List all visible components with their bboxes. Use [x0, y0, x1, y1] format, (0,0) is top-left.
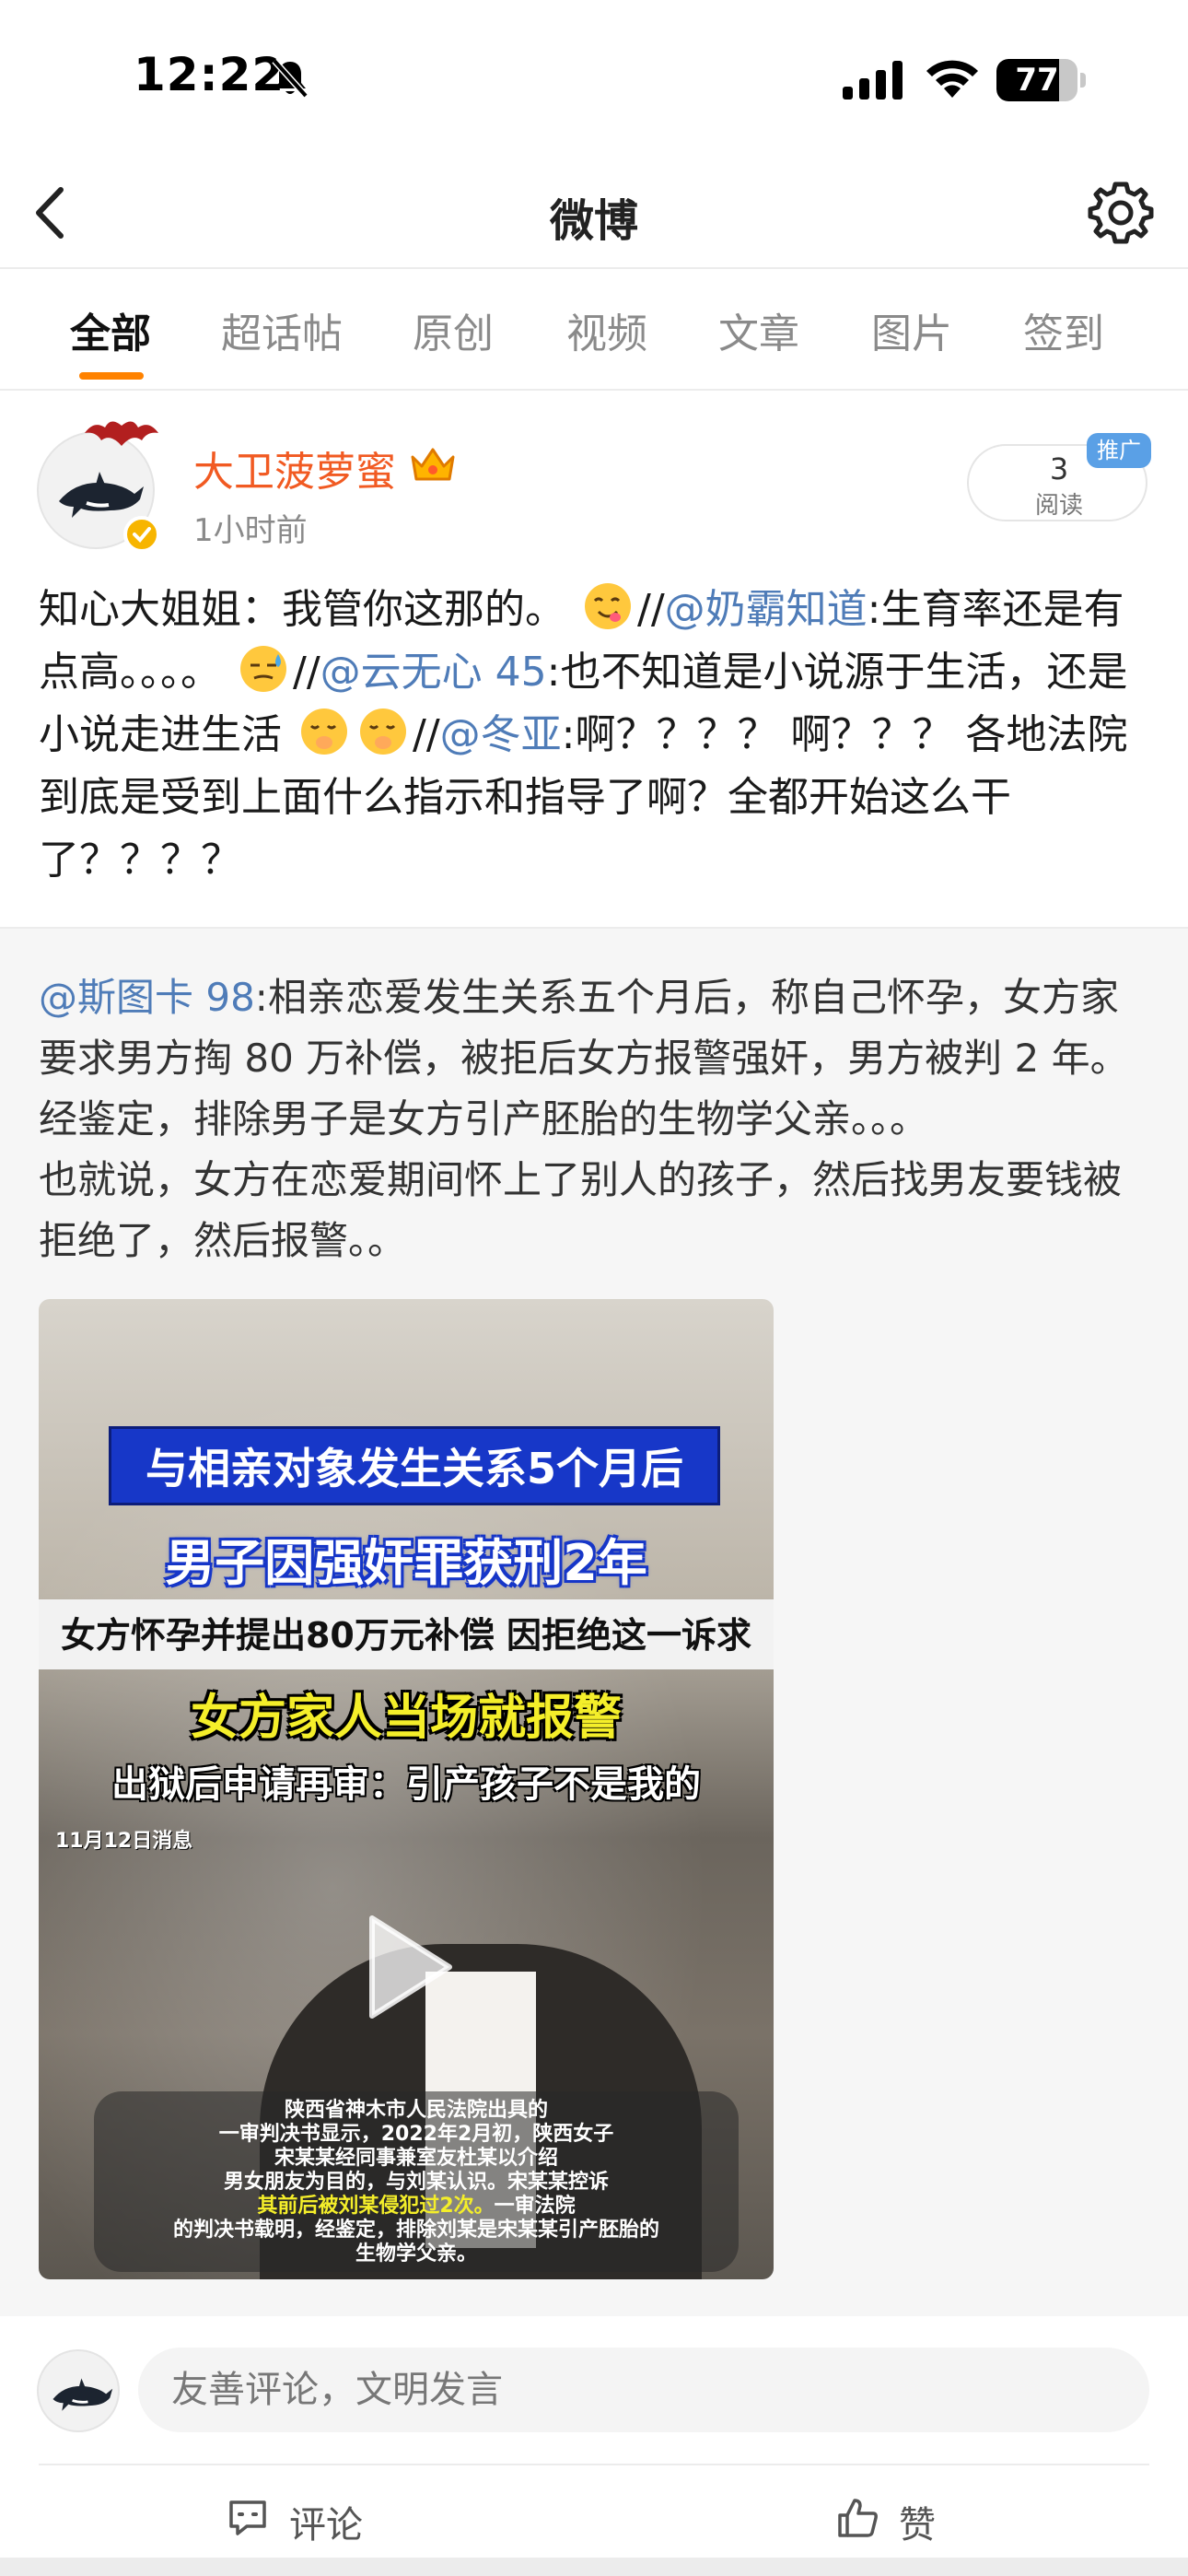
bell-off-icon — [272, 58, 309, 99]
video-thumbnail[interactable]: 与相亲对象发生关系5个月后 男子因强奸罪获刑2年 女方怀孕并提出80万元补偿 因… — [39, 1299, 774, 2279]
caption-line: 其前后被刘某侵犯过2次。一审法院 — [94, 2195, 739, 2219]
repost-separator: // — [293, 649, 320, 696]
tab-video[interactable]: 视频 — [566, 300, 647, 359]
caption-line: 生物学父亲。 — [355, 2242, 477, 2266]
sweat-emoji-icon — [240, 646, 286, 692]
repost-separator: // — [413, 711, 440, 758]
mention-link[interactable]: @斯图卡 98 — [39, 975, 255, 1020]
battery-indicator: 77 — [996, 59, 1086, 101]
my-avatar[interactable] — [37, 2349, 120, 2432]
author-avatar[interactable] — [37, 421, 160, 553]
page-title: 微博 — [549, 195, 638, 247]
read-count-label: 阅读 — [1034, 492, 1083, 520]
tab-check-in[interactable]: 签到 — [1023, 300, 1104, 359]
tab-all[interactable]: 全部 — [70, 300, 151, 359]
mention-link[interactable]: @冬亚 — [440, 711, 562, 758]
video-headline: 男子因强奸罪获刑2年 — [165, 1534, 647, 1592]
author-name[interactable]: 大卫菠萝蜜 — [193, 439, 396, 498]
nav-bar: 微博 — [0, 157, 1188, 269]
video-headline: 女方家人当场就报警 — [190, 1691, 622, 1746]
video-headline: 与相亲对象发生关系5个月后 — [145, 1444, 683, 1493]
divider — [39, 2464, 1149, 2465]
post-time: 1小时前 — [193, 512, 308, 549]
battery-percent: 77 — [1015, 62, 1059, 99]
video-subheadline: 女方怀孕并提出80万元补偿 因拒绝这一诉求 — [60, 1615, 752, 1656]
active-tab-indicator — [79, 372, 144, 380]
promoted-tag: 推广 — [1087, 433, 1151, 468]
tab-original[interactable]: 原创 — [413, 300, 494, 359]
reposted-text: @斯图卡 98:相亲恋爱发生关系五个月后，称自己怀孕，女方家要求男方掏 80 万… — [39, 967, 1153, 1271]
caption-line: 男女朋友为目的，与刘某认识。宋某某控诉 — [223, 2171, 609, 2194]
comment-input[interactable] — [138, 2348, 1149, 2432]
status-bar: 12:22 77 — [0, 0, 1188, 157]
reposted-post[interactable]: @斯图卡 98:相亲恋爱发生关系五个月后，称自己怀孕，女方家要求男方掏 80 万… — [0, 927, 1188, 2316]
video-subheadline: 出狱后申请再审：引产孩子不是我的 — [111, 1763, 701, 1806]
caption-line: 宋某某经同事兼室友杜某以介绍 — [274, 2147, 558, 2170]
crown-icon — [411, 448, 455, 481]
comment-label: 评论 — [289, 2504, 363, 2547]
tab-super-topic-posts[interactable]: 超话帖 — [221, 300, 343, 359]
verified-badge-icon — [123, 516, 160, 553]
gear-icon[interactable] — [1087, 179, 1155, 247]
bottom-edge — [0, 2558, 1188, 2576]
mention-link[interactable]: @云无心 45 — [320, 649, 547, 696]
comment-icon — [229, 2500, 266, 2535]
tab-articles[interactable]: 文章 — [718, 300, 799, 359]
comment-area: 评论 赞 — [0, 2316, 1188, 2576]
snicker-emoji-icon — [360, 708, 406, 755]
caption-text: 一审法院 — [494, 2195, 576, 2218]
status-time: 12:22 — [134, 48, 285, 101]
video-caption: 陕西省神木市人民法院出具的 一审判决书显示，2022年2月初，陕西女子 宋某某经… — [94, 2099, 739, 2266]
caption-line: 的判决书载明，经鉴定，排除刘某是宋某某引产胚胎的 — [172, 2219, 659, 2242]
thumbs-up-icon — [838, 2499, 878, 2537]
like-label: 赞 — [899, 2504, 936, 2547]
post-text-part: 知心大姐姐：我管你这那的。 — [39, 586, 565, 633]
post-body: 知心大姐姐：我管你这那的。 //@奶霸知道:生育率还是有点高。。。。 //@云无… — [39, 579, 1153, 892]
video-date: 11月12日消息 — [55, 1830, 193, 1853]
filter-tabs: 全部 超话帖 原创 视频 文章 图片 签到 — [0, 269, 1188, 391]
caption-line: 陕西省神木市人民法院出具的 — [284, 2099, 548, 2122]
reposted-text-part: 也就说，女方在恋爱期间怀上了别人的孩子，然后找男友要钱被拒绝了，然后报警。。 — [39, 1157, 1123, 1263]
snicker-emoji-icon — [301, 708, 347, 755]
bat-decoration-icon — [85, 421, 158, 446]
wifi-icon — [926, 60, 978, 98]
mention-link[interactable]: @奶霸知道 — [665, 586, 868, 633]
cellular-signal-icon — [843, 61, 903, 100]
yummy-emoji-icon — [585, 583, 631, 629]
orca-avatar-icon — [52, 2378, 113, 2411]
tab-pictures[interactable]: 图片 — [871, 300, 952, 359]
play-icon[interactable] — [352, 1907, 462, 2027]
repost-separator: // — [637, 586, 665, 633]
caption-line: 一审判决书显示，2022年2月初，陕西女子 — [218, 2123, 614, 2146]
caption-highlight: 其前后被刘某侵犯过2次。 — [257, 2195, 495, 2218]
